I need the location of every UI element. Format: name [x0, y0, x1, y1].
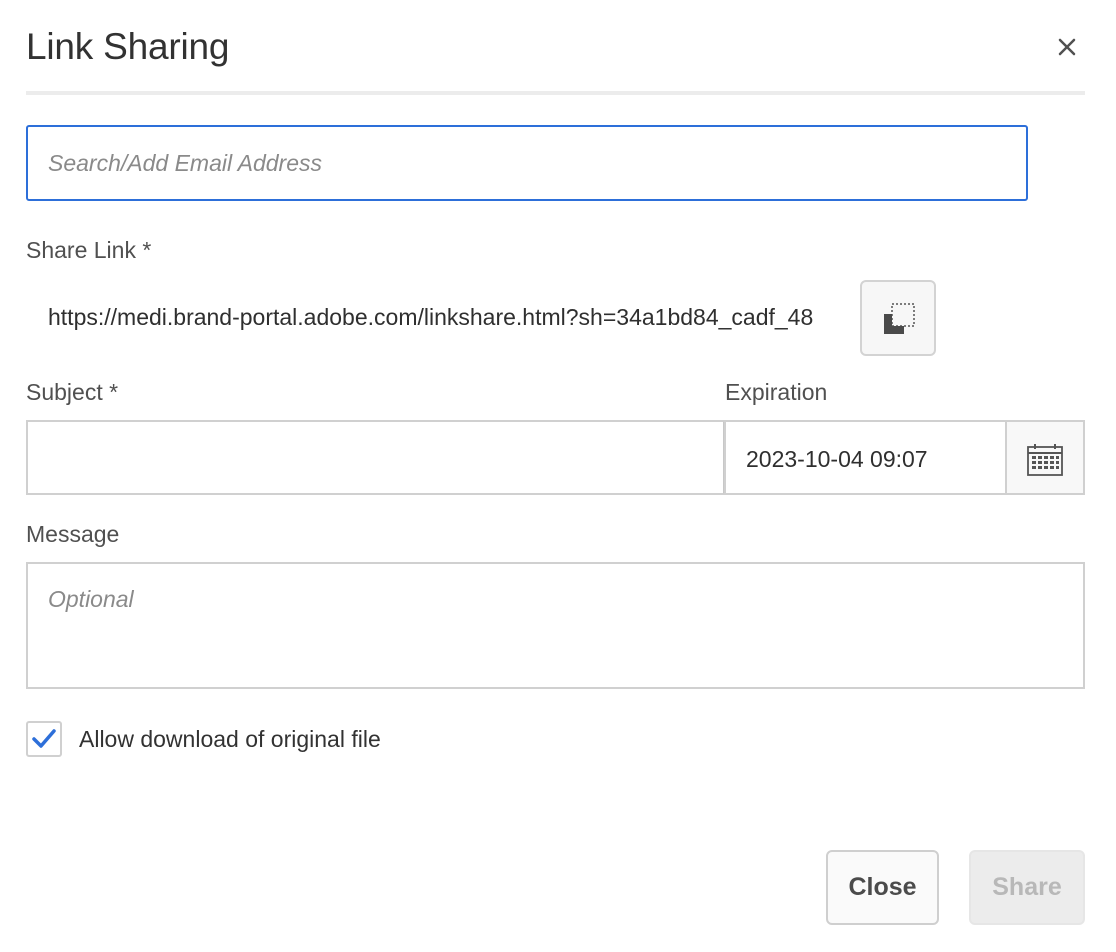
link-sharing-dialog: Link Sharing Share Link * https://medi.b… — [0, 0, 1116, 952]
title-divider — [26, 91, 1085, 95]
share-button[interactable]: Share — [969, 850, 1085, 925]
allow-download-checkbox[interactable] — [26, 721, 62, 757]
email-search-input[interactable] — [26, 125, 1028, 201]
expiration-value[interactable]: 2023-10-04 09:07 — [746, 444, 928, 474]
copy-link-button[interactable] — [860, 280, 936, 356]
share-link-label: Share Link * — [26, 237, 152, 263]
calendar-icon — [1027, 444, 1063, 476]
share-link-url: https://medi.brand-portal.adobe.com/link… — [48, 304, 814, 330]
subject-label: Subject * — [26, 379, 119, 405]
dialog-title: Link Sharing — [26, 26, 230, 67]
close-icon[interactable] — [1052, 32, 1082, 62]
allow-download-label[interactable]: Allow download of original file — [79, 724, 381, 754]
checkmark-icon — [32, 729, 56, 748]
calendar-button[interactable] — [1005, 422, 1083, 493]
message-label: Message — [26, 521, 120, 547]
expiration-label: Expiration — [725, 379, 828, 405]
message-textarea[interactable] — [26, 562, 1085, 689]
subject-input[interactable] — [26, 420, 726, 495]
expiration-datepicker[interactable]: 2023-10-04 09:07 — [724, 420, 1085, 495]
close-button[interactable]: Close — [826, 850, 939, 925]
copy-icon — [884, 303, 915, 334]
